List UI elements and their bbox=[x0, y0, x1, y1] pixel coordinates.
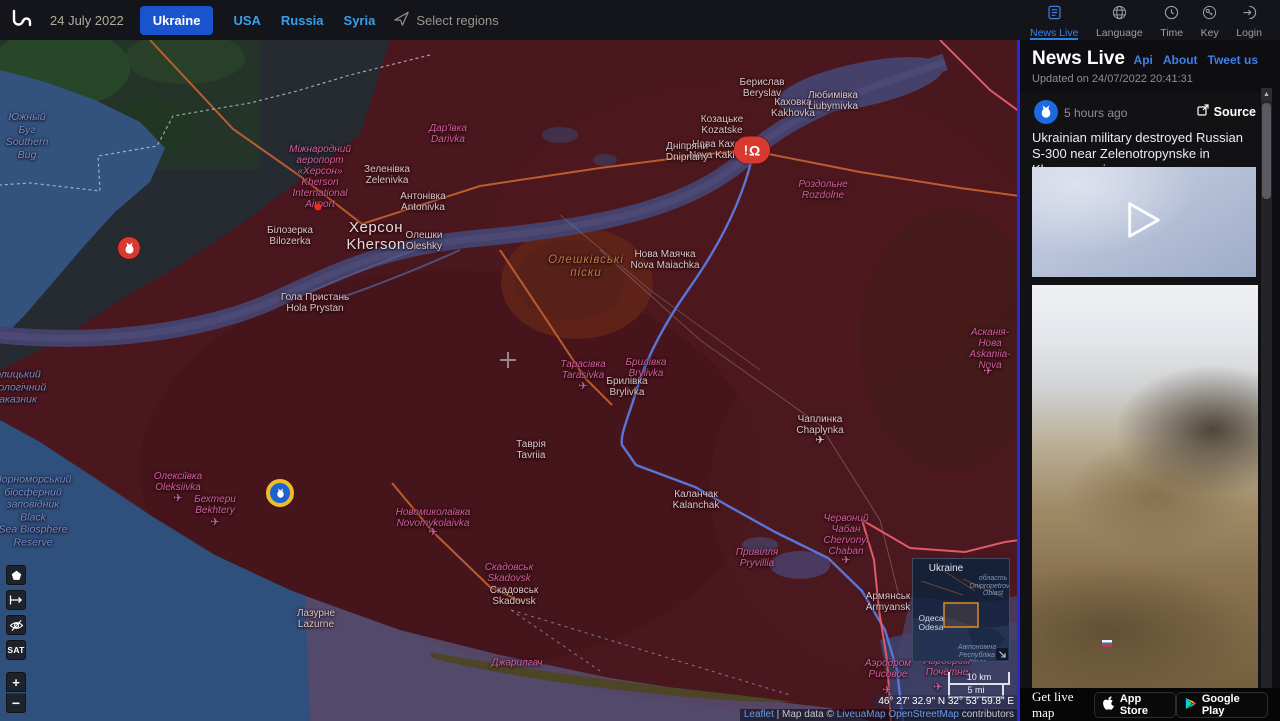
draw-polygon-button[interactable] bbox=[6, 565, 26, 585]
nav-label: News Live bbox=[1030, 27, 1079, 39]
nav-login[interactable]: Login bbox=[1236, 0, 1262, 40]
tab-russia[interactable]: Russia bbox=[281, 13, 324, 28]
nav-key[interactable]: Key bbox=[1201, 0, 1219, 40]
source-button[interactable]: Source bbox=[1197, 104, 1256, 119]
updated-timestamp: Updated on 24/07/2022 20:41:31 bbox=[1032, 73, 1193, 85]
source-label: Source bbox=[1213, 104, 1256, 119]
map-marker-event[interactable] bbox=[266, 479, 294, 507]
map-marker-explosion[interactable] bbox=[118, 237, 140, 259]
google-play-label: Google Play bbox=[1201, 692, 1240, 717]
key-icon bbox=[1202, 5, 1217, 25]
attribution-link[interactable]: OpenStreetMap bbox=[888, 709, 959, 720]
minimap-viewport bbox=[943, 602, 979, 628]
zoom-in-button[interactable]: + bbox=[6, 672, 26, 692]
news-card: 5 hours ago Source Ukrainian military de… bbox=[1020, 92, 1260, 688]
top-bar: 24 July 2022 Ukraine USA Russia Syria Selec… bbox=[0, 0, 1280, 40]
login-icon bbox=[1242, 5, 1257, 25]
tab-ukraine[interactable]: Ukraine bbox=[139, 5, 214, 35]
map-crosshair bbox=[500, 352, 516, 368]
select-regions-button[interactable]: Select regions bbox=[393, 10, 499, 30]
liveuamap-logo[interactable] bbox=[10, 8, 36, 32]
satellite-view-button[interactable]: SAT bbox=[6, 640, 26, 660]
sidebar-footer: Get live map App Store Google Play bbox=[1020, 688, 1280, 721]
top-nav: News Live Language Time Key Login bbox=[1020, 0, 1272, 40]
attribution-link[interactable]: Leaflet bbox=[744, 709, 774, 720]
coordinates-readout: 46° 27' 32.9" N 32° 53' 59.8" E bbox=[874, 695, 1018, 708]
zoom-out-button[interactable]: − bbox=[6, 693, 26, 713]
map-canvas[interactable]: Берислав Beryslav Каховка Kakhovka Любимівка… bbox=[0, 40, 1020, 721]
select-regions-label: Select regions bbox=[416, 12, 499, 28]
app-store-label: App Store bbox=[1119, 692, 1148, 717]
sidebar-scrollbar[interactable]: ▲ bbox=[1261, 88, 1272, 688]
get-live-map-link[interactable]: Get live map bbox=[1032, 689, 1094, 721]
sidebar-title: News Live bbox=[1032, 48, 1125, 69]
measure-distance-button[interactable] bbox=[6, 590, 26, 610]
hide-news-markers-button[interactable] bbox=[6, 615, 26, 635]
map-attribution: Leaflet | Map data © LiveuaMap OpenStree… bbox=[739, 709, 1018, 721]
app-store-button[interactable]: App Store bbox=[1093, 691, 1176, 718]
air-raid-bomb-icon bbox=[1034, 100, 1058, 124]
news-photo[interactable] bbox=[1032, 285, 1258, 688]
sidebar-link-tweet-us[interactable]: Tweet us bbox=[1208, 53, 1258, 67]
nav-label: Language bbox=[1095, 27, 1143, 39]
minimap-toggle-icon[interactable] bbox=[996, 648, 1008, 660]
news-time-ago: 5 hours ago bbox=[1064, 106, 1128, 120]
minimap[interactable]: UkraineобластьDnipropetrovskOblastОдесаO… bbox=[912, 558, 1010, 662]
sidebar-link-about[interactable]: About bbox=[1163, 53, 1198, 67]
nav-language[interactable]: Language bbox=[1096, 0, 1143, 40]
nav-news-live[interactable]: News Live bbox=[1030, 0, 1079, 40]
nav-label: Time bbox=[1160, 27, 1184, 39]
play-icon bbox=[1124, 198, 1164, 247]
flag-detail bbox=[1102, 640, 1112, 647]
clock-icon bbox=[1164, 5, 1179, 25]
globe-icon bbox=[1112, 5, 1127, 25]
attribution-text: contributors bbox=[958, 709, 1014, 720]
date-label: 24 July 2022 bbox=[50, 12, 124, 28]
external-link-icon bbox=[1197, 104, 1209, 119]
attribution-link[interactable]: LiveuaMap bbox=[837, 709, 886, 720]
google-play-icon bbox=[1185, 697, 1197, 713]
scale-bar-km: 10 km bbox=[948, 672, 1010, 685]
news-sidebar: News Live Api About Tweet us Updated on 24… bbox=[1020, 40, 1280, 721]
region-tabs: Ukraine USA Russia Syria bbox=[139, 5, 376, 35]
news-video-thumbnail[interactable] bbox=[1032, 167, 1256, 277]
base-map bbox=[0, 40, 1020, 721]
tab-syria[interactable]: Syria bbox=[344, 13, 376, 28]
attribution-text: | Map data © bbox=[773, 709, 837, 720]
minimap-canvas bbox=[913, 559, 1009, 661]
cursor-icon bbox=[393, 10, 410, 30]
scrollbar-thumb[interactable] bbox=[1262, 103, 1271, 199]
scroll-up-icon[interactable]: ▲ bbox=[1261, 88, 1272, 101]
nav-label: Key bbox=[1200, 27, 1219, 39]
map-marker-airport-dot bbox=[314, 203, 322, 211]
nav-label: Login bbox=[1236, 27, 1262, 39]
map-marker-cluster[interactable]: ! Ω bbox=[734, 136, 770, 164]
map-sidebar-divider bbox=[1017, 40, 1020, 721]
tab-usa[interactable]: USA bbox=[233, 13, 260, 28]
sidebar-links: Api About Tweet us bbox=[1134, 53, 1258, 67]
apple-icon bbox=[1102, 696, 1115, 713]
news-icon bbox=[1047, 5, 1062, 25]
google-play-button[interactable]: Google Play bbox=[1175, 691, 1269, 718]
sidebar-link-api[interactable]: Api bbox=[1134, 53, 1153, 67]
nav-time[interactable]: Time bbox=[1160, 0, 1183, 40]
